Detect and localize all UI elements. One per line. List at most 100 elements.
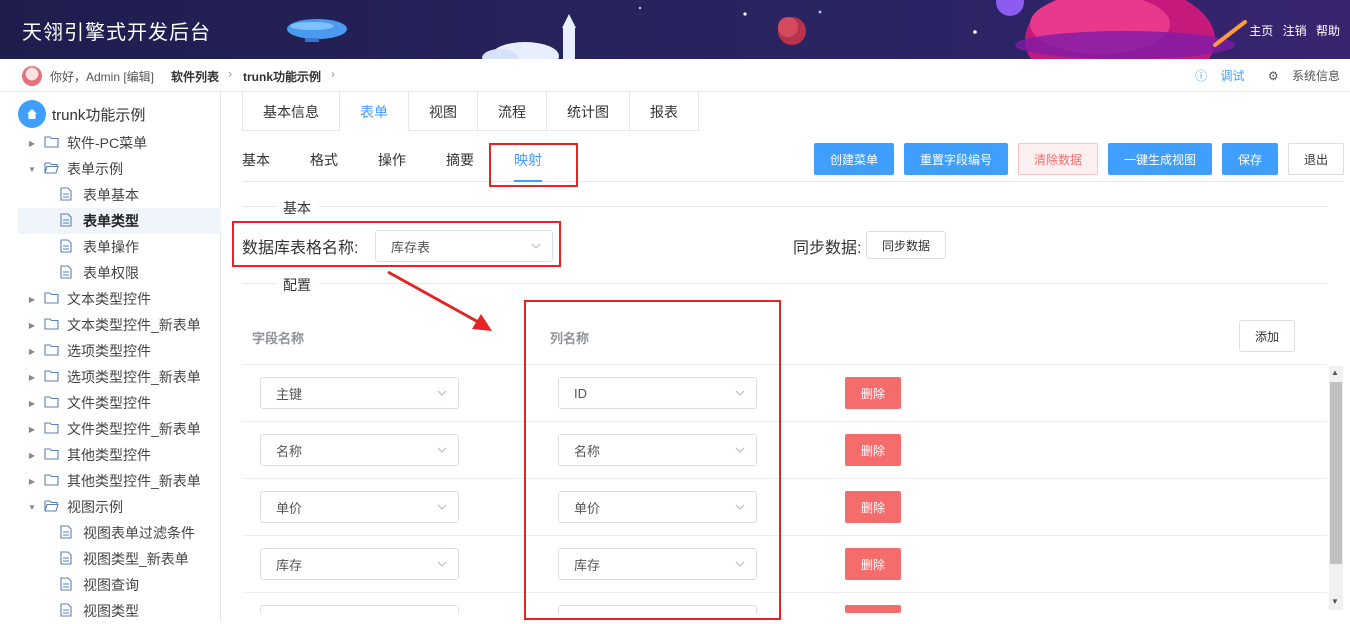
sidebar-item[interactable]: ▶ 文本类型控件: [18, 286, 221, 312]
sidebar-item-label: 视图示例: [67, 499, 123, 515]
sidebar-item[interactable]: 视图查询: [18, 572, 221, 598]
sidebar-item[interactable]: ▶ 文件类型控件: [18, 390, 221, 416]
caret-down-icon[interactable]: ▼: [26, 165, 38, 174]
scroll-down-icon[interactable]: ▼: [1331, 597, 1339, 606]
field-select-value: 名称: [276, 443, 303, 459]
caret-right-icon[interactable]: ▶: [26, 139, 38, 148]
create-menu-button[interactable]: 创建菜单: [814, 143, 894, 175]
delete-button[interactable]: [845, 605, 901, 613]
help-link[interactable]: 帮助: [1316, 24, 1340, 38]
field-select[interactable]: 主键: [260, 377, 459, 409]
delete-button[interactable]: 删除: [845, 377, 901, 409]
generate-view-button[interactable]: 一键生成视图: [1108, 143, 1212, 175]
save-button[interactable]: 保存: [1222, 143, 1278, 175]
sidebar-item[interactable]: ▼ 视图示例: [18, 494, 221, 520]
caret-right-icon[interactable]: ▶: [26, 425, 38, 434]
scroll-up-icon[interactable]: ▲: [1331, 368, 1339, 377]
clear-data-button[interactable]: 清除数据: [1018, 143, 1098, 175]
logout-link[interactable]: 注销: [1283, 24, 1307, 38]
sidebar-item[interactable]: ▶ 选项类型控件: [18, 338, 221, 364]
delete-button[interactable]: 删除: [845, 548, 901, 580]
sidebar-root-label: trunk功能示例: [52, 106, 146, 124]
tab-form[interactable]: 表单: [340, 92, 409, 131]
sidebar-item[interactable]: 视图类型_新表单: [18, 546, 221, 572]
folder-icon: [44, 395, 60, 411]
document-icon: [60, 551, 76, 567]
sidebar-item-label: 文本类型控件_新表单: [67, 317, 201, 333]
subtab-basic[interactable]: 基本: [242, 150, 270, 170]
caret-right-icon[interactable]: ▶: [26, 399, 38, 408]
sidebar-item[interactable]: 表单操作: [18, 234, 221, 260]
caret-right-icon[interactable]: ▶: [26, 373, 38, 382]
tab-flow[interactable]: 流程: [478, 92, 547, 131]
field-select-value: 库存: [276, 557, 303, 573]
folder-icon: [44, 369, 60, 385]
tab-report[interactable]: 报表: [630, 92, 698, 131]
sidebar-item-label: 视图查询: [83, 577, 139, 593]
debug-link[interactable]: ⓘ 调试: [1185, 69, 1244, 83]
sidebar-item[interactable]: 视图类型: [18, 598, 221, 624]
sidebar-item[interactable]: ▶ 文本类型控件_新表单: [18, 312, 221, 338]
row-divider: [242, 364, 1327, 365]
caret-right-icon[interactable]: ▶: [26, 321, 38, 330]
folder-open-icon: [44, 161, 60, 177]
tab-basic-info[interactable]: 基本信息: [243, 92, 340, 131]
sidebar-item[interactable]: ▶ 其他类型控件_新表单: [18, 468, 221, 494]
sidebar-item[interactable]: ▼ 表单示例: [18, 156, 221, 182]
add-row-button[interactable]: 添加: [1239, 320, 1295, 352]
section-basic-title: 基本: [275, 198, 319, 218]
caret-right-icon[interactable]: ▶: [26, 451, 38, 460]
sidebar-item-label: 文本类型控件: [67, 291, 151, 307]
sidebar-item[interactable]: 表单类型: [18, 208, 221, 234]
scrollbar-thumb[interactable]: [1330, 382, 1342, 564]
document-icon: [60, 213, 76, 229]
chevron-down-icon: [436, 501, 448, 516]
folder-icon: [44, 343, 60, 359]
subtab-summary[interactable]: 摘要: [446, 150, 474, 170]
breadcrumb-separator-icon: ›: [228, 67, 232, 81]
field-select[interactable]: 单价: [260, 491, 459, 523]
section-divider: [242, 206, 1327, 207]
sidebar-item[interactable]: ▶ 文件类型控件_新表单: [18, 416, 221, 442]
folder-icon: [44, 291, 60, 307]
caret-right-icon[interactable]: ▶: [26, 295, 38, 304]
reset-field-number-button[interactable]: 重置字段编号: [904, 143, 1008, 175]
exit-button[interactable]: 退出: [1288, 143, 1344, 175]
sidebar-item[interactable]: ▶ 其他类型控件: [18, 442, 221, 468]
field-select[interactable]: 库存: [260, 548, 459, 580]
sidebar-item-label: 表单类型: [83, 213, 139, 229]
info-icon: ⓘ: [1195, 69, 1208, 83]
breadcrumb-software-list[interactable]: 软件列表: [171, 68, 219, 85]
field-select[interactable]: 名称: [260, 434, 459, 466]
annotation-box-mapping-tab: [489, 143, 578, 187]
breadcrumb-current[interactable]: trunk功能示例: [243, 68, 321, 85]
sidebar-item[interactable]: 视图表单过滤条件: [18, 520, 221, 546]
sidebar-item[interactable]: 表单权限: [18, 260, 221, 286]
delete-button[interactable]: 删除: [845, 491, 901, 523]
home-link[interactable]: 主页: [1249, 24, 1273, 38]
sidebar-root[interactable]: trunk功能示例: [18, 100, 145, 128]
sync-data-button[interactable]: 同步数据: [866, 231, 946, 259]
caret-right-icon[interactable]: ▶: [26, 477, 38, 486]
caret-right-icon[interactable]: ▶: [26, 347, 38, 356]
sidebar-item-label: 文件类型控件_新表单: [67, 421, 201, 437]
sidebar-item[interactable]: ▶ 软件-PC菜单: [18, 130, 221, 156]
field-select[interactable]: [260, 605, 459, 615]
subtab-format[interactable]: 格式: [310, 150, 338, 170]
sidebar-item-label: 文件类型控件: [67, 395, 151, 411]
system-info-link[interactable]: ⚙ 系统信息: [1258, 69, 1340, 83]
caret-down-icon[interactable]: ▼: [26, 503, 38, 512]
folder-icon: [44, 317, 60, 333]
tab-view[interactable]: 视图: [409, 92, 478, 131]
annotation-box-db-table: [232, 221, 561, 267]
subtab-operation[interactable]: 操作: [378, 150, 406, 170]
tab-chart[interactable]: 统计图: [547, 92, 630, 131]
user-greeting[interactable]: 你好，Admin [编辑]: [50, 68, 154, 85]
sidebar-item[interactable]: 表单基本: [18, 182, 221, 208]
sync-data-label: 同步数据:: [793, 240, 862, 257]
folder-icon: [44, 447, 60, 463]
document-icon: [60, 239, 76, 255]
delete-button[interactable]: 删除: [845, 434, 901, 466]
sidebar-item-label: 表单基本: [83, 187, 139, 203]
sidebar-item[interactable]: ▶ 选项类型控件_新表单: [18, 364, 221, 390]
